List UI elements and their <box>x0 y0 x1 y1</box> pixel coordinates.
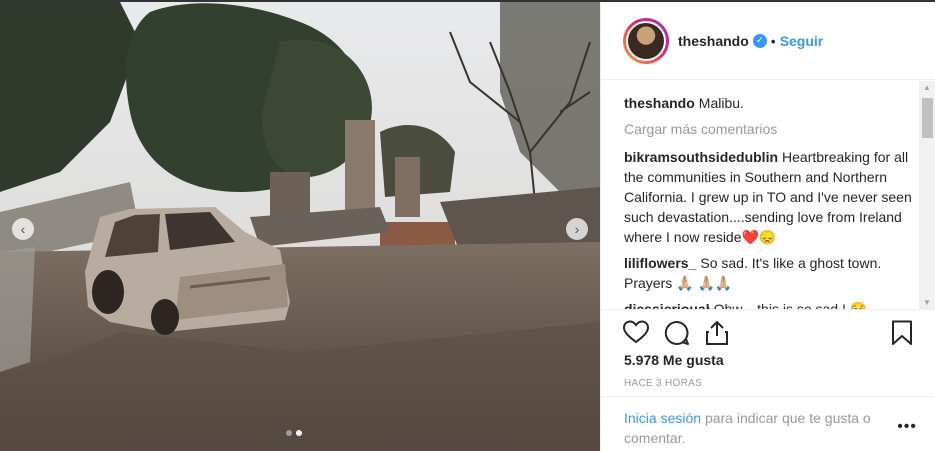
scrollbar-thumb[interactable] <box>922 98 933 138</box>
follow-button[interactable]: Seguir <box>780 33 824 49</box>
comment-username[interactable]: djessieriouał <box>624 301 710 309</box>
post-photo[interactable]: ‹ › <box>0 2 600 451</box>
login-prompt: Inicia sesión para indicar que te gusta … <box>601 396 935 448</box>
next-photo-button[interactable]: › <box>566 218 588 240</box>
comment-icon[interactable] <box>664 320 690 351</box>
burned-scene-image <box>0 2 600 451</box>
heart-icon[interactable] <box>622 320 650 349</box>
verified-badge-icon: ✓ <box>752 33 767 48</box>
comment-username[interactable]: bikramsouthsidedublin <box>624 149 778 165</box>
load-more-comments-button[interactable]: Cargar más comentarios <box>624 119 919 139</box>
scroll-down-arrow-icon[interactable]: ▼ <box>923 298 931 307</box>
carousel-indicator <box>286 430 302 436</box>
comment-item: djessieriouał Ohw... this is so sad ! 😥 <box>624 299 919 309</box>
bookmark-icon[interactable] <box>891 320 913 351</box>
comment-text: Ohw... this is so sad ! 😥 <box>713 301 868 309</box>
comment-item: liliflowers_ So sad. It's like a ghost to… <box>624 253 919 293</box>
story-ring[interactable] <box>623 17 669 64</box>
caption-username[interactable]: theshando <box>624 95 695 111</box>
comment-item: bikramsouthsidedublin Heartbreaking for a… <box>624 147 919 247</box>
header-username[interactable]: theshando <box>678 33 749 49</box>
more-options-icon[interactable]: ••• <box>897 418 917 436</box>
comments-list[interactable]: theshando Malibu. Cargar más comentarios … <box>601 81 919 309</box>
likes-count[interactable]: 5.978 Me gusta <box>624 352 724 368</box>
previous-photo-button[interactable]: ‹ <box>12 218 34 240</box>
carousel-dot-active <box>296 430 302 436</box>
post-header: theshando ✓ • Seguir <box>601 2 935 80</box>
login-link[interactable]: Inicia sesión <box>624 410 701 426</box>
avatar[interactable] <box>626 20 666 61</box>
post-timestamp[interactable]: HACE 3 HORAS <box>624 378 702 389</box>
share-icon[interactable] <box>705 320 729 351</box>
action-bar <box>601 309 935 349</box>
post-side-panel: theshando ✓ • Seguir theshando Malibu. Ca… <box>600 2 935 451</box>
separator-bullet: • <box>770 32 776 49</box>
caption-text: Malibu. <box>698 95 744 111</box>
caption: theshando Malibu. <box>624 93 919 113</box>
carousel-dot <box>286 430 292 436</box>
comments-scrollbar[interactable]: ▲ ▼ <box>919 81 935 309</box>
comment-username[interactable]: liliflowers_ <box>624 255 696 271</box>
scroll-up-arrow-icon[interactable]: ▲ <box>923 83 931 92</box>
